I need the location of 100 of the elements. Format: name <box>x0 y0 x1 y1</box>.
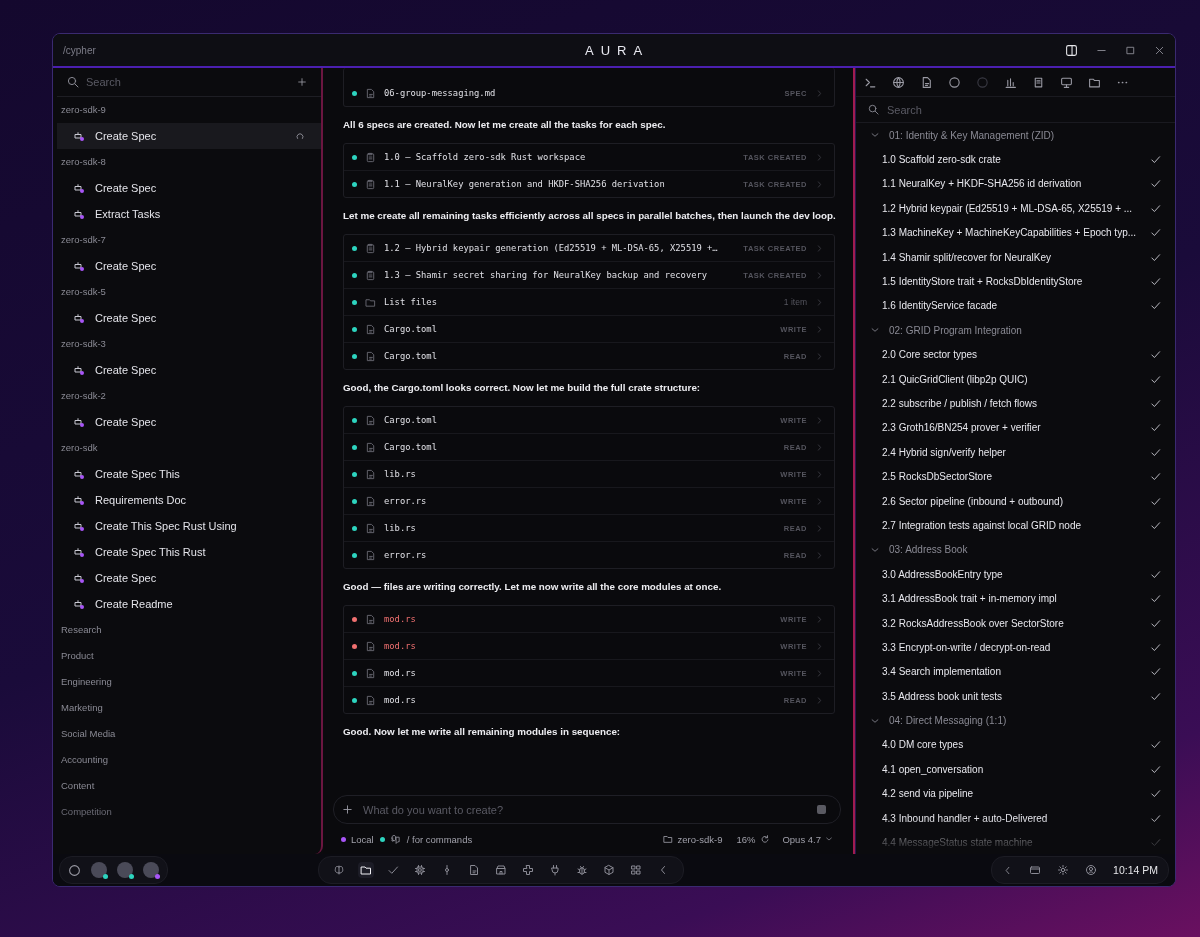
close-icon[interactable] <box>1154 44 1165 56</box>
conversation-item[interactable]: Create Readme <box>57 591 321 617</box>
category-item[interactable]: Competition <box>57 799 321 825</box>
dock-button[interactable] <box>520 862 536 878</box>
model-selector[interactable]: Opus 4.7 <box>782 833 833 845</box>
search-field[interactable]: Search <box>887 103 1163 116</box>
settings-icon[interactable] <box>1057 864 1070 876</box>
tool-name: Cargo.toml <box>384 351 438 361</box>
avatar[interactable] <box>91 862 107 878</box>
task-label[interactable]: 1.2 Hybrid keypair (Ed25519 + ML-DSA-65, X25519 + ... <box>882 202 1150 214</box>
task-label[interactable]: 1.0 Scaffold zero-sdk crate <box>882 154 1150 166</box>
task-label[interactable]: 2.5 RocksDbSectorStore <box>882 471 1150 483</box>
tool-action: 1 item <box>783 297 807 307</box>
task-label[interactable]: 4.3 Inbound handler + auto-Delivered <box>882 812 1150 824</box>
task-label[interactable]: 3.1 AddressBook trait + in-memory impl <box>882 593 1150 605</box>
task-label[interactable]: 1.6 IdentityService facade <box>882 300 1150 312</box>
file-icon <box>365 613 376 625</box>
chevron-icon <box>815 88 824 98</box>
message-text: Good, the Cargo.toml looks correct. Now let me build the full crate structure: <box>343 381 702 395</box>
conversation-item[interactable]: Create Spec <box>57 305 321 331</box>
circle-icon[interactable] <box>68 863 81 877</box>
user-icon[interactable] <box>1085 864 1098 876</box>
tool-name: lib.rs <box>384 523 417 533</box>
message-text: Let me create all remaining tasks efficiently across all specs in parallel batches, then launch the dev loop. <box>343 209 835 223</box>
chevron-icon <box>815 152 824 162</box>
avatar[interactable] <box>117 862 133 878</box>
chevron-icon <box>815 243 824 253</box>
prompt-box[interactable]: What do you want to create? <box>333 795 841 824</box>
file-icon <box>365 441 376 453</box>
chevron-icon <box>815 415 824 425</box>
category-item[interactable]: Research <box>57 617 321 643</box>
task-label[interactable]: 2.7 Integration tests against local GRID node <box>882 519 1150 531</box>
task-label[interactable]: 2.6 Sector pipeline (inbound + outbound) <box>882 495 1150 507</box>
category-item[interactable]: Marketing <box>57 695 321 721</box>
monitor-icon[interactable] <box>1060 75 1073 89</box>
conversation-item[interactable]: Create Spec <box>57 123 321 149</box>
task-label[interactable]: 1.3 MachineKey + MachineKeyCapabilities + Epoch typ... <box>882 227 1150 239</box>
task-label[interactable]: 1.1 NeuralKey + HKDF-SHA256 id derivation <box>882 178 1150 190</box>
task-label[interactable]: 3.0 AddressBookEntry type <box>882 568 1150 580</box>
tool-row[interactable]: List files 1 item <box>344 288 834 315</box>
task-label[interactable]: 3.5 Address book unit tests <box>882 690 1150 702</box>
maximize-icon[interactable] <box>1125 44 1136 56</box>
conversation-item[interactable]: Create Spec <box>57 409 321 435</box>
dock-button[interactable] <box>358 862 374 878</box>
task-label[interactable]: 4.1 open_conversation <box>882 763 1150 775</box>
item-label: Create Spec <box>95 312 158 324</box>
plus-icon <box>342 804 353 815</box>
conversation-item[interactable]: Requirements Doc <box>57 487 321 513</box>
task-label[interactable]: 2.1 QuicGridClient (libp2p QUIC) <box>882 373 1150 385</box>
task-label[interactable]: 2.4 Hybrid sign/verify helper <box>882 446 1150 458</box>
task-label[interactable]: 1.5 IdentityStore trait + RocksDbIdentityStore <box>882 276 1150 288</box>
task-label[interactable]: 2.3 Groth16/BN254 prover + verifier <box>882 422 1150 434</box>
task-label[interactable]: 3.2 RocksAddressBook over SectorStore <box>882 617 1150 629</box>
file-icon <box>365 549 376 561</box>
category-item[interactable]: Accounting <box>57 747 321 773</box>
clipboard-icon <box>365 242 376 254</box>
task-label[interactable]: 2.2 subscribe / publish / fetch flows <box>882 398 1150 409</box>
bar-chart-icon[interactable] <box>1004 75 1017 89</box>
conversation-item[interactable]: Create This Spec Rust Using <box>57 513 321 539</box>
task-label[interactable]: 4.2 send via pipeline <box>882 788 1150 800</box>
task-label[interactable]: 3.4 Search implementation <box>882 666 1150 678</box>
conversation-item[interactable]: Create Spec <box>57 565 321 591</box>
refresh-icon[interactable] <box>760 834 771 844</box>
category-item[interactable]: Product <box>57 643 321 669</box>
prompt-field[interactable]: What do you want to create? <box>361 802 809 817</box>
bug-icon <box>576 864 588 876</box>
search-field[interactable]: Search <box>86 76 286 88</box>
folder-icon <box>662 834 673 844</box>
conversation-item[interactable]: Create Spec This Rust <box>57 539 321 565</box>
spec-group[interactable]: 01: Identity & Key Management (ZID) <box>856 123 1175 148</box>
dock-button[interactable] <box>412 862 428 878</box>
conversation-item[interactable]: Create Spec <box>57 357 321 383</box>
chevron-icon <box>815 297 824 307</box>
dock-button[interactable] <box>493 862 509 878</box>
mode-label[interactable]: Local <box>351 833 374 845</box>
conversation-item[interactable]: Extract Tasks <box>57 201 321 227</box>
task-label[interactable]: 1.4 Shamir split/recover for NeuralKey <box>882 251 1150 263</box>
spec-group[interactable]: 04: Direct Messaging (1:1) <box>856 708 1175 733</box>
task-label[interactable]: 2.0 Core sector types <box>882 349 1150 361</box>
tool-name: Cargo.toml <box>384 415 438 425</box>
task-label[interactable]: 3.3 Encrypt-on-write / decrypt-on-read <box>882 641 1150 653</box>
card-icon[interactable] <box>1029 864 1042 876</box>
chevron-icon <box>815 695 824 705</box>
category-item[interactable]: Content <box>57 773 321 799</box>
spec-group[interactable]: 02: GRID Program Integration <box>856 318 1175 343</box>
file-icon[interactable] <box>920 75 933 89</box>
tool-name: lib.rs <box>384 469 417 479</box>
spec-group[interactable]: 03: Address Book <box>856 537 1175 563</box>
attach-button[interactable] <box>342 804 353 815</box>
avatar[interactable] <box>143 862 159 878</box>
conversation-item[interactable]: Create Spec This <box>57 461 321 487</box>
task-label[interactable]: 4.0 DM core types <box>882 739 1150 751</box>
panel-toggle-icon[interactable] <box>1065 43 1078 57</box>
globe-icon[interactable] <box>892 75 905 89</box>
conversation-item[interactable]: Create Spec <box>57 175 321 201</box>
ring-icon[interactable] <box>948 75 961 89</box>
category-item[interactable]: Social Media <box>57 721 321 747</box>
category-item[interactable]: Engineering <box>57 669 321 695</box>
conversation-item[interactable]: Create Spec <box>57 253 321 279</box>
robot-icon <box>73 312 85 324</box>
